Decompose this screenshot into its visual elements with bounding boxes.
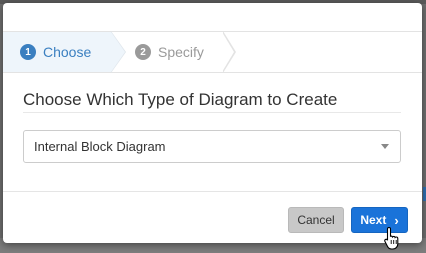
heading-divider [23, 112, 401, 113]
dialog-heading: Choose Which Type of Diagram to Create [23, 90, 338, 109]
cancel-button-label: Cancel [297, 213, 335, 227]
wizard-steps: 1 Choose 2 Specify [3, 31, 422, 73]
wizard-step-choose[interactable]: 1 Choose [3, 32, 111, 72]
step-label: Choose [43, 44, 92, 60]
diagram-type-select[interactable]: Internal Block Diagram [23, 130, 401, 163]
step-number-badge: 1 [20, 44, 36, 60]
step-arrow [111, 32, 125, 72]
next-button-label: Next [360, 213, 387, 227]
step-label: Specify [158, 44, 204, 60]
selected-value: Internal Block Diagram [34, 139, 166, 154]
hand-cursor-icon [384, 226, 399, 250]
footer-divider [3, 191, 422, 192]
cancel-button[interactable]: Cancel [288, 207, 344, 233]
step-number-badge: 2 [135, 44, 151, 60]
chevron-down-icon [381, 144, 389, 149]
create-diagram-dialog: 1 Choose 2 Specify Choose Which Type of … [3, 3, 422, 243]
step-arrow [222, 32, 234, 72]
wizard-step-specify[interactable]: 2 Specify [125, 32, 225, 72]
